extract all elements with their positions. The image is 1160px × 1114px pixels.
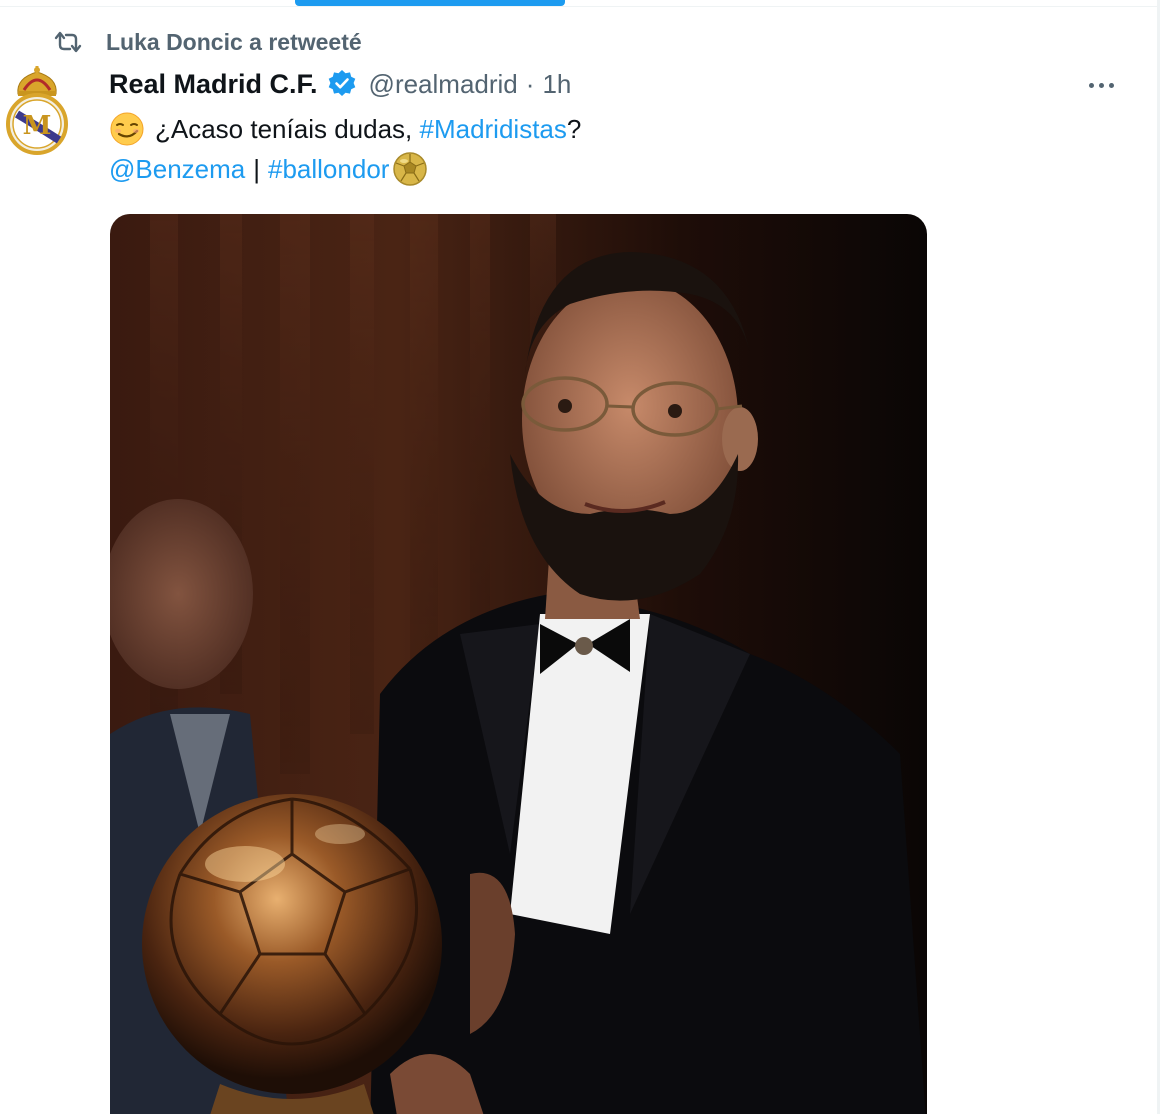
header-separator: · [525,68,535,99]
tweet-timestamp[interactable]: 1h [542,69,571,100]
real-madrid-crest-icon: M [6,66,68,155]
verified-badge-icon[interactable] [327,69,357,99]
text-separator: | [253,153,260,184]
avatar[interactable]: M [4,64,70,156]
photo-image [110,214,927,1114]
retweet-context-label: Luka Doncic a retweeté [106,28,362,55]
svg-text:M: M [23,111,52,141]
tweet-text-line-1: ¿Acaso teníais dudas, #Madridistas ? [109,109,581,149]
tweet-header: Real Madrid C.F. @realmadrid · 1h [109,64,571,104]
author-display-name[interactable]: Real Madrid C.F. [109,69,318,100]
tweet-page: Luka Doncic a retweeté M Real Madrid C.F… [0,0,1160,1114]
smirk-emoji-icon [109,111,145,147]
tweet-text: ¿Acaso teníais dudas, [155,113,420,144]
tweet-text-end: ? [566,113,582,144]
author-handle[interactable]: @realmadrid [369,69,518,100]
retweet-icon [52,28,84,56]
hashtag-madridistas[interactable]: #Madridistas [419,114,566,145]
mention-benzema[interactable]: @Benzema [109,154,245,185]
retweet-context[interactable]: Luka Doncic a retweeté [52,27,362,57]
more-icon[interactable] [1080,72,1122,98]
ballon-dor-emoji-icon [392,151,428,187]
tweet-media-photo[interactable] [110,214,927,1114]
tweet-text-line-2: @Benzema | #ballondor [109,149,428,189]
hashtag-ballondor[interactable]: #ballondor [268,154,389,185]
top-divider [0,6,1160,7]
active-tab-indicator [295,0,565,6]
